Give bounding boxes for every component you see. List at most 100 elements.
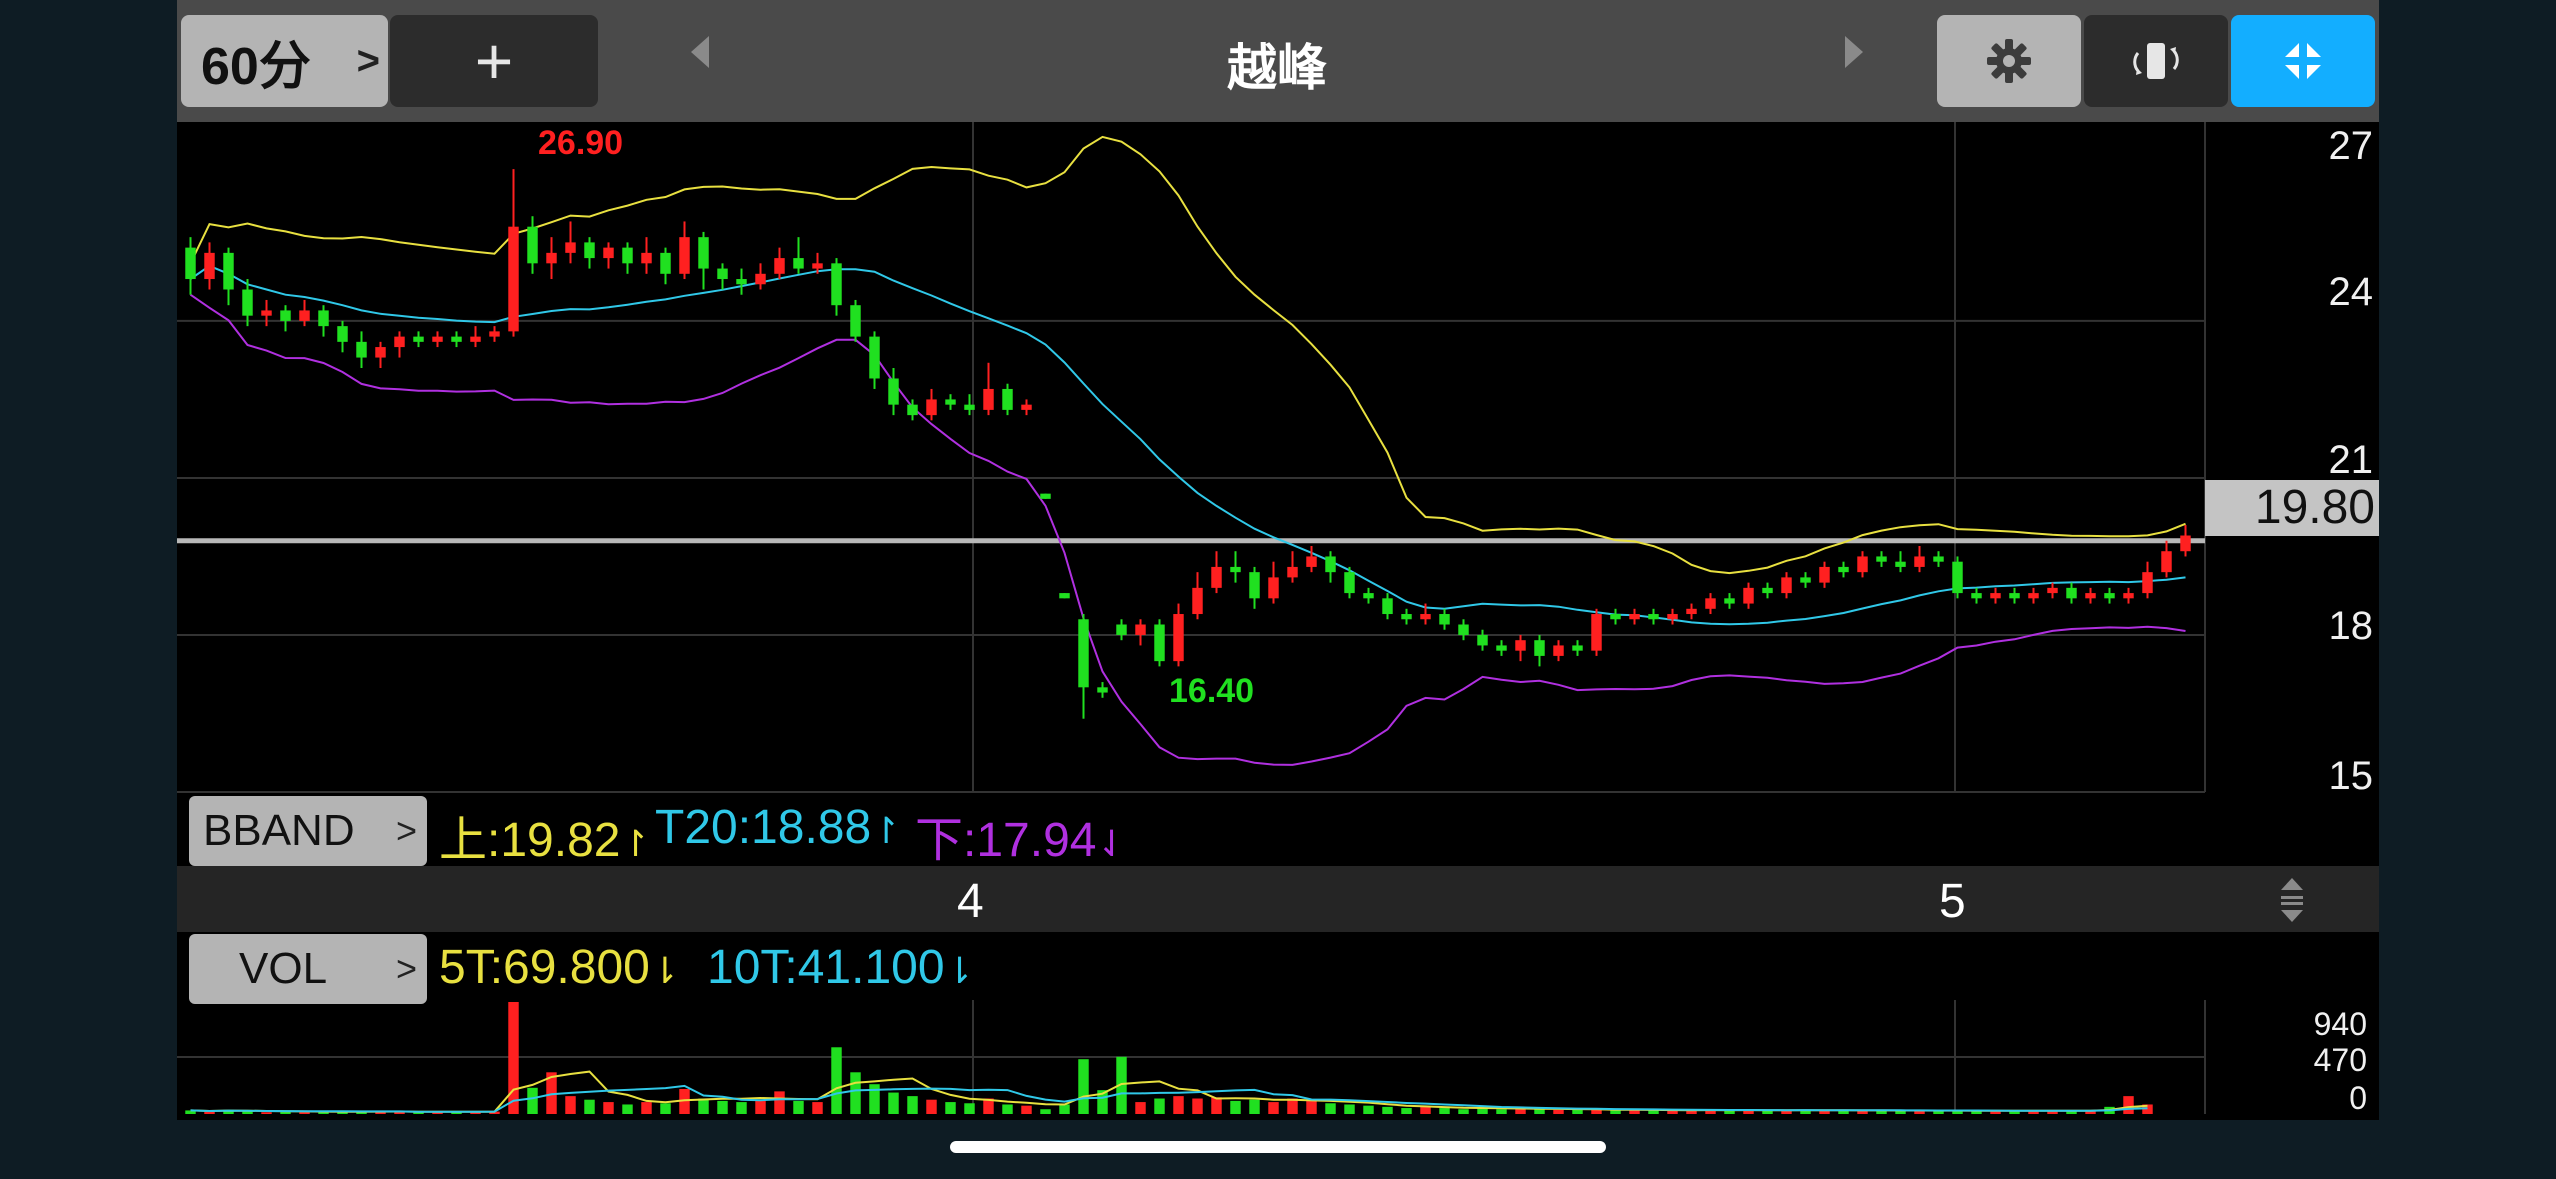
volume-bar — [717, 1100, 728, 1114]
candle-body — [546, 252, 557, 264]
drag-handle-icon[interactable] — [2277, 876, 2307, 924]
volume-chart[interactable] — [177, 1000, 2379, 1120]
candle-body — [261, 310, 272, 316]
volume-bar — [1610, 1110, 1621, 1114]
price-chart[interactable] — [177, 122, 2379, 866]
candle — [432, 331, 443, 348]
toolbar: 60分 > + 越峰 — [177, 0, 2379, 122]
volume-bar — [2123, 1096, 2134, 1114]
time-axis-label: 4 — [957, 875, 984, 928]
period-selector-button[interactable]: 60分 > — [181, 15, 388, 107]
candle-body — [1078, 619, 1089, 688]
high-price-marker: 26.90 — [538, 124, 624, 162]
volume-bar — [565, 1096, 576, 1114]
candle — [2085, 587, 2096, 604]
volume-bar — [1496, 1109, 1507, 1114]
candle-body — [2085, 593, 2096, 599]
candle — [679, 221, 690, 280]
price-axis-label: 24 — [2328, 270, 2374, 314]
bband-lower-value: 下:17.94⇃ — [915, 814, 1127, 867]
settings-button[interactable] — [1937, 15, 2081, 107]
candle-body — [736, 279, 747, 285]
candle-body — [1895, 561, 1906, 567]
rotate-screen-icon — [2133, 43, 2179, 79]
candle — [1857, 551, 1868, 578]
candle-body — [1667, 614, 1678, 620]
candle-body — [2104, 593, 2115, 599]
volume-ma5-line — [190, 1070, 2148, 1113]
candle-body — [223, 252, 234, 290]
candle — [1648, 608, 1659, 625]
candle-body — [1762, 587, 1773, 594]
volume-bar — [1534, 1109, 1545, 1114]
candle — [1515, 634, 1526, 662]
candle — [1439, 608, 1450, 630]
chevron-right-icon: > — [356, 39, 380, 83]
volume-axis-label: 940 — [2313, 1006, 2367, 1042]
candle-body — [888, 378, 899, 405]
volume-bar — [1439, 1108, 1450, 1114]
candle-body — [1743, 587, 1754, 604]
candle — [185, 237, 196, 295]
add-button[interactable]: + — [390, 15, 598, 107]
candle-body — [1458, 624, 1469, 635]
candle — [1895, 551, 1906, 573]
candle — [299, 299, 310, 327]
candle-body — [2123, 593, 2134, 599]
candle-body — [641, 252, 652, 264]
vol-indicator-button[interactable]: VOL > — [189, 934, 427, 1004]
volume-bar — [1021, 1105, 1032, 1114]
candle — [1591, 608, 1602, 656]
candle — [850, 299, 861, 342]
candle-body — [185, 247, 196, 280]
candle-body — [375, 347, 386, 358]
volume-bar — [660, 1103, 671, 1114]
period-label: 60分 — [201, 37, 311, 96]
bband-indicator-button[interactable]: BBAND > — [189, 796, 427, 866]
volume-bar — [831, 1047, 842, 1114]
candle-body — [1154, 624, 1165, 662]
candle — [755, 263, 766, 290]
candle-body — [2161, 551, 2172, 573]
candle-body — [1914, 556, 1925, 567]
triangle-left-icon[interactable] — [691, 36, 709, 68]
candle — [1268, 561, 1279, 604]
collapse-button[interactable] — [2231, 15, 2375, 107]
candle — [356, 331, 367, 369]
candle — [1952, 556, 1963, 599]
candle-body — [983, 388, 994, 410]
candle-body — [1059, 593, 1070, 599]
candle-body — [489, 331, 500, 337]
candle — [413, 331, 424, 348]
candle-body — [1553, 645, 1564, 656]
candle — [698, 231, 709, 290]
candle — [2104, 587, 2115, 604]
volume-bar — [1591, 1109, 1602, 1114]
candle — [1002, 383, 1013, 416]
candle-body — [1971, 593, 1982, 599]
candle — [660, 247, 671, 285]
candle — [1097, 682, 1108, 698]
candle — [1135, 619, 1146, 646]
home-indicator[interactable] — [950, 1141, 1606, 1153]
volume-bar — [1078, 1059, 1089, 1114]
rotate-screen-button[interactable] — [2084, 15, 2228, 107]
candle — [2180, 525, 2191, 557]
candle — [1287, 551, 1298, 583]
candle-body — [1591, 614, 1602, 651]
candle — [546, 237, 557, 280]
volume-bar — [299, 1112, 310, 1114]
time-axis-label: 5 — [1939, 875, 1966, 928]
candle-body — [1477, 634, 1488, 646]
stock-title: 越峰 — [1227, 40, 1327, 96]
volume-bar — [888, 1092, 899, 1114]
volume-bar — [736, 1102, 747, 1114]
candle-body — [432, 336, 443, 342]
triangle-right-icon[interactable] — [1845, 36, 1863, 68]
candle-body — [1268, 577, 1279, 599]
candle — [1610, 608, 1621, 625]
candle-body — [337, 326, 348, 342]
volume-bar — [1154, 1098, 1165, 1114]
candle-body — [1572, 645, 1583, 651]
candle — [1724, 593, 1735, 609]
